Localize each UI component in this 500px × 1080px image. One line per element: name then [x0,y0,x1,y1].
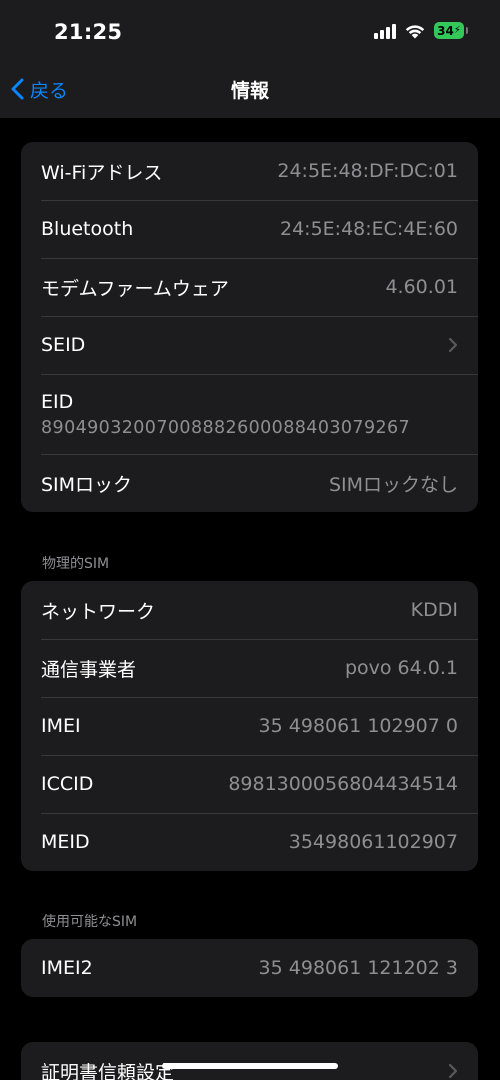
row-label: SEID [41,334,86,356]
row-value: 89049032007008882600088403079267 [41,417,411,438]
network-row[interactable]: ネットワーク KDDI [21,581,478,639]
chevron-right-icon [448,337,458,353]
certificate-trust-settings-row[interactable]: 証明書信頼設定 [21,1042,478,1080]
page-title: 情報 [230,80,269,102]
wifi-address-row[interactable]: Wi-Fiアドレス 24:5E:48:DF:DC:01 [21,142,478,200]
navigation-header: 21:25 34 ⚡ 戻る 情報 [0,0,500,118]
battery-level: 34 [437,23,454,38]
row-value: 35 498061 102907 0 [258,715,458,737]
row-value: 24:5E:48:EC:4E:60 [280,218,458,240]
cellular-signal-icon [374,23,396,39]
row-label: SIMロック [41,473,133,496]
row-label: Wi-Fiアドレス [41,161,163,184]
meid-row[interactable]: MEID 35498061102907 [21,813,478,871]
physical-sim-group: ネットワーク KDDI 通信事業者 povo 64.0.1 IMEI 35 49… [21,581,478,871]
section-header-available-sim: 使用可能なSIM [42,914,138,930]
row-label: ICCID [41,773,94,795]
available-sim-group: IMEI2 35 498061 121202 3 [21,939,478,997]
status-bar: 21:25 34 ⚡ [0,0,500,66]
row-label: IMEI2 [41,957,93,979]
row-label: MEID [41,831,90,853]
section-header-physical-sim: 物理的SIM [42,556,110,572]
bluetooth-row[interactable]: Bluetooth 24:5E:48:EC:4E:60 [21,200,478,258]
row-label: ネットワーク [41,600,156,623]
row-value: 4.60.01 [385,276,458,298]
row-label: EID [41,390,74,413]
screen: 21:25 34 ⚡ 戻る 情報 Wi-Fiアドレス 24:5E:48:DF:D… [0,0,500,1080]
eid-row[interactable]: EID 89049032007008882600088403079267 [21,374,478,454]
seid-row[interactable]: SEID [21,316,478,374]
row-value: 24:5E:48:DF:DC:01 [277,160,458,182]
status-icons: 34 ⚡ [374,22,468,39]
iccid-row[interactable]: ICCID 8981300056804434514 [21,755,478,813]
row-label: IMEI [41,715,81,737]
row-label: 通信事業者 [41,658,137,681]
row-value: KDDI [410,599,458,621]
row-label: Bluetooth [41,218,134,240]
sim-lock-row[interactable]: SIMロック SIMロックなし [21,454,478,512]
wifi-icon [404,23,426,39]
imei2-row[interactable]: IMEI2 35 498061 121202 3 [21,939,478,997]
row-value: 35 498061 121202 3 [258,957,458,979]
row-value: povo 64.0.1 [344,657,458,679]
imei-row[interactable]: IMEI 35 498061 102907 0 [21,697,478,755]
row-value: SIMロックなし [328,473,458,496]
status-time: 21:25 [54,20,123,44]
row-value: 8981300056804434514 [228,773,458,795]
modem-firmware-row[interactable]: モデムファームウェア 4.60.01 [21,258,478,316]
row-label: モデムファームウェア [41,277,229,300]
row-value: 35498061102907 [288,831,458,853]
carrier-row[interactable]: 通信事業者 povo 64.0.1 [21,639,478,697]
battery-charging-icon: 34 ⚡ [434,22,468,39]
charging-bolt-icon: ⚡ [453,25,461,36]
device-info-group: Wi-Fiアドレス 24:5E:48:DF:DC:01 Bluetooth 24… [21,142,478,512]
chevron-right-icon [448,1063,458,1079]
home-indicator[interactable] [162,1063,338,1069]
certificate-group: 証明書信頼設定 [21,1042,478,1080]
row-label: 証明書信頼設定 [41,1061,175,1080]
